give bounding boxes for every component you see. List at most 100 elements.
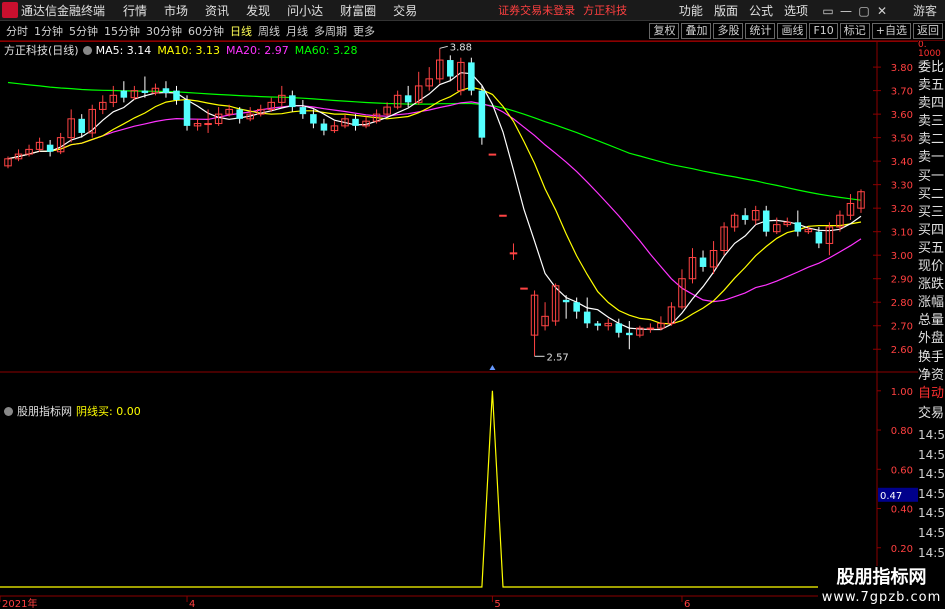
candle-body-up [646, 327, 655, 330]
auto-label[interactable]: 自动 [918, 384, 945, 404]
price-tick-label: 3.70 [891, 87, 913, 98]
menu-discover[interactable]: 发现 [246, 2, 270, 19]
candle-body-down [573, 302, 580, 312]
draw-line-button[interactable]: 画线 [777, 23, 808, 39]
indicator-toggle-icon[interactable] [4, 406, 13, 416]
menu-formula[interactable]: 公式 [749, 2, 773, 19]
indicator-value: 阴线买: 0.00 [76, 405, 141, 418]
quote-row-label: 买五 [918, 240, 945, 256]
menu-layout[interactable]: 版面 [714, 2, 738, 19]
menu-wealth[interactable]: 财富圈 [340, 2, 376, 19]
indicator-tick-label: 0.20 [891, 544, 913, 555]
quote-row-label: 卖四 [918, 96, 945, 112]
quote-row-label: 现价 [918, 259, 945, 275]
ma5-label: MA5: 3.14 [95, 43, 152, 57]
right-menus: 功能 版面 公式 选项 ▭ — ▢ ✕ 游客 [679, 0, 945, 21]
period-intraday[interactable]: 分时 [6, 23, 28, 39]
period-daily[interactable]: 日线 [230, 23, 252, 39]
date-tick-label: 6 [684, 599, 690, 609]
candle-body-down [404, 95, 412, 103]
period-5min[interactable]: 5分钟 [69, 23, 98, 39]
main-legend: 方正科技(日线) MA5: 3.14 MA10: 3.13 MA20: 2.97… [4, 42, 363, 58]
candle-body-down [594, 323, 601, 326]
kline-chart[interactable]: 3.88 2.57 3.80 3.70 3.60 3.50 3.40 3.30 3.20 3.1… [0, 41, 918, 609]
close-icon[interactable]: ✕ [873, 4, 891, 18]
tick-time: 14:56 [918, 447, 945, 462]
stats-button[interactable]: 统计 [745, 23, 776, 39]
candle-body-down [794, 222, 802, 232]
multi-stock-button[interactable]: 多股 [713, 23, 744, 39]
price-tick-label: 3.50 [891, 134, 913, 145]
menu-functions[interactable]: 功能 [679, 2, 703, 19]
menu-trade[interactable]: 交易 [393, 2, 417, 19]
candle-body-up [509, 252, 518, 255]
quote-row-label: 卖二 [918, 132, 945, 148]
menu-market[interactable]: 市场 [164, 2, 188, 19]
menu-news[interactable]: 资讯 [205, 2, 229, 19]
period-1min[interactable]: 1分钟 [34, 23, 63, 39]
menu-options[interactable]: 选项 [784, 2, 808, 19]
candle-body-up [499, 214, 507, 217]
f10-button[interactable]: F10 [809, 23, 838, 39]
period-weekly[interactable]: 周线 [258, 23, 280, 39]
candle-body-up [204, 123, 212, 126]
overlay-button[interactable]: 叠加 [681, 23, 712, 39]
maximize-icon[interactable]: ▢ [855, 4, 873, 18]
date-tick-label: 5 [494, 599, 500, 609]
candle-body-down [615, 323, 623, 333]
price-axis: 3.80 3.70 3.60 3.50 3.40 3.30 3.20 3.10 3.00 2.90… [873, 63, 913, 356]
period-more[interactable]: 更多 [353, 23, 375, 39]
stock-name[interactable]: 方正科技(日线) [4, 42, 79, 58]
candle-body-down [741, 215, 749, 220]
menu-ask[interactable]: 问小达 [287, 2, 323, 19]
guest-account[interactable]: 游客 [913, 2, 937, 19]
period-multi[interactable]: 多周期 [314, 23, 347, 39]
tick-time: 14:56 [918, 428, 945, 442]
quote-row-label: 外盘 [918, 331, 945, 347]
period-30min[interactable]: 30分钟 [146, 23, 182, 39]
tick-time: 14:56 [918, 525, 945, 540]
candle-body-down [120, 90, 128, 98]
candle-body-down [141, 90, 149, 93]
period-monthly[interactable]: 月线 [286, 23, 308, 39]
tick-time: 14:56 [918, 467, 945, 482]
ma10-line [7, 86, 862, 325]
quote-row-label: 卖一 [918, 150, 945, 166]
candles [4, 48, 865, 357]
auto-trade[interactable]: 自动 交易 [918, 384, 945, 424]
price-tick-label: 3.40 [891, 157, 913, 168]
date-axis: 2021年 4 5 6 [0, 596, 690, 609]
candle-body-down [762, 210, 770, 232]
restore-layout-icon[interactable]: ▭ [819, 4, 837, 18]
quote-row-label: 买二 [918, 186, 945, 202]
period-15min[interactable]: 15分钟 [104, 23, 140, 39]
price-tick-label: 2.80 [891, 298, 913, 309]
quote-row-label: 总量 [918, 313, 945, 329]
candle-body-down [562, 299, 570, 303]
quote-row-label: 买四 [918, 222, 945, 238]
watermark: 股朋指标网 www.7gpzb.com [818, 566, 945, 609]
candle-body-down [699, 257, 707, 267]
period-60min[interactable]: 60分钟 [188, 23, 224, 39]
minimize-icon[interactable]: — [837, 4, 855, 18]
price-tick-label: 3.60 [891, 110, 913, 121]
chart-toolbar: 复权 叠加 多股 统计 画线 F10 标记 +自选 返回 [647, 23, 943, 39]
quote-row-label: 买一 [918, 168, 945, 184]
ma5-polyline [7, 72, 862, 331]
high-label: 3.88 [450, 42, 472, 53]
quote-rows: 委比卖五卖四卖三卖二卖一买一买二买三买四买五现价涨跌涨幅总量外盘换手净资收益 [918, 59, 945, 403]
menu-quotes[interactable]: 行情 [123, 2, 147, 19]
candle-body-up [520, 287, 528, 290]
legend-toggle-icon[interactable] [82, 45, 92, 55]
back-button[interactable]: 返回 [913, 23, 943, 39]
ma60-label: MA60: 3.28 [294, 43, 358, 57]
trade-label[interactable]: 交易 [918, 404, 945, 424]
add-watchlist-button[interactable]: +自选 [871, 23, 911, 39]
candle-body-down [162, 88, 170, 93]
price-tick-label: 2.70 [891, 322, 913, 333]
indicator-name[interactable]: 股朋指标网 [17, 403, 72, 419]
candle-body-down [468, 62, 475, 91]
mark-button[interactable]: 标记 [839, 23, 870, 39]
login-status-banner[interactable]: 证券交易未登录 [498, 2, 575, 18]
adjust-button[interactable]: 复权 [649, 23, 680, 39]
